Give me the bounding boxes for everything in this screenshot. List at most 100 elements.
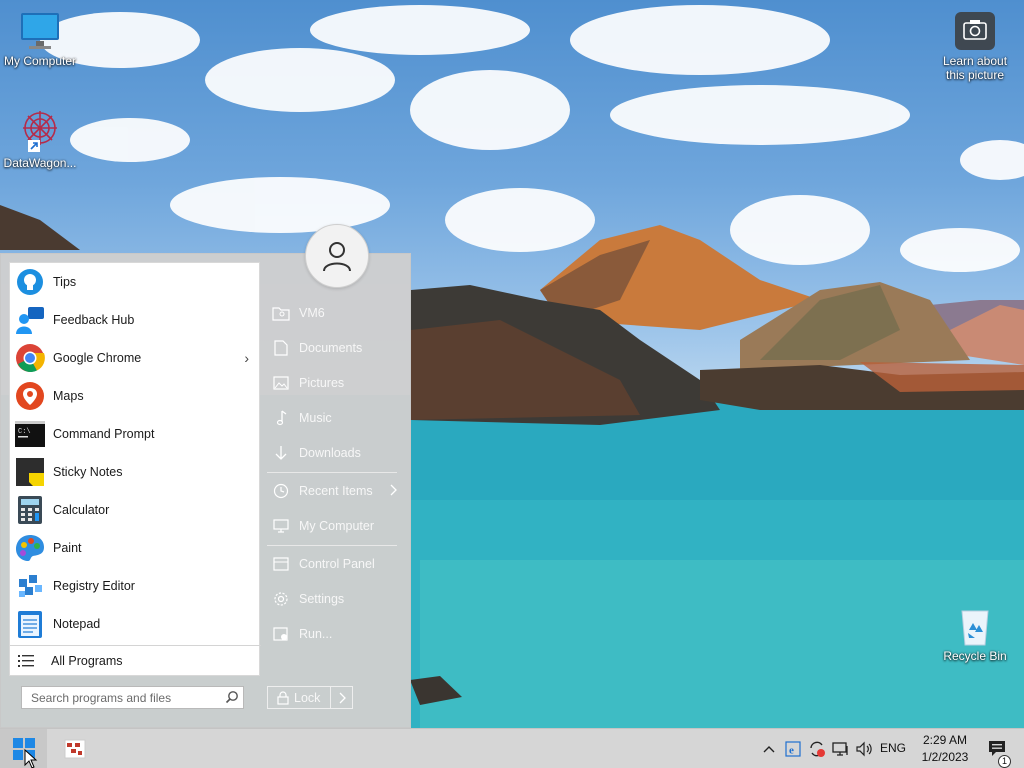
notification-count-badge: 1	[998, 755, 1011, 768]
chevron-right-icon: ›	[244, 350, 249, 366]
start-app-sticky-notes[interactable]: Sticky Notes	[10, 453, 261, 491]
search-icon	[225, 691, 238, 704]
datawagon-app-icon	[64, 739, 86, 759]
lock-options-arrow[interactable]	[330, 687, 352, 708]
start-app-feedback-hub[interactable]: Feedback Hub	[10, 301, 261, 339]
lock-label: Lock	[294, 690, 321, 705]
gear-icon	[274, 592, 288, 606]
camera-icon	[955, 12, 995, 50]
desktop-icon-my-computer[interactable]: My Computer	[0, 10, 80, 68]
app-label: Feedback Hub	[53, 313, 135, 327]
clock-icon	[273, 483, 289, 499]
start-app-registry-editor[interactable]: Registry Editor	[10, 567, 261, 605]
sync-icon	[810, 741, 825, 757]
right-item-label: Control Panel	[299, 557, 375, 571]
taskbar: e ENG 2:29 AM 1/2/2023 1	[0, 728, 1024, 768]
right-item-label: My Computer	[299, 519, 375, 533]
start-right-item-control-panel[interactable]: Control Panel	[267, 549, 397, 579]
app-label: Sticky Notes	[53, 465, 123, 479]
tray-volume-button[interactable]	[854, 729, 876, 768]
document-icon	[274, 340, 288, 356]
right-item-label: Documents	[299, 341, 363, 355]
start-right-item-pictures[interactable]: Pictures	[267, 368, 397, 398]
desktop-icon-datawagon[interactable]: DataWagon...	[0, 106, 80, 170]
taskbar-clock[interactable]: 2:29 AM 1/2/2023	[910, 732, 980, 766]
feedback-hub-icon	[16, 307, 44, 334]
desktop-icon-label: DataWagon...	[3, 156, 77, 170]
start-app-maps[interactable]: Maps	[10, 377, 261, 415]
start-right-item-settings[interactable]: Settings	[267, 584, 397, 614]
desktop-icon-recycle-bin[interactable]: Recycle Bin	[935, 605, 1015, 663]
start-app-google-chrome[interactable]: Google Chrome ›	[10, 339, 261, 377]
app-label: Command Prompt	[53, 427, 155, 441]
action-center-button[interactable]: 1	[984, 729, 1012, 768]
app-label: Tips	[53, 275, 77, 289]
right-item-label: Music	[299, 411, 332, 425]
right-item-label: Run...	[299, 627, 333, 641]
start-right-item-documents[interactable]: Documents	[267, 333, 397, 363]
desktop-icon-label: My Computer	[3, 54, 77, 68]
notepad-icon	[18, 611, 42, 638]
taskbar-app-datawagon[interactable]	[55, 733, 95, 765]
lock-button[interactable]: Lock	[267, 686, 353, 709]
start-app-notepad[interactable]: Notepad	[10, 605, 261, 643]
language-indicator[interactable]: ENG	[880, 741, 906, 755]
start-app-paint[interactable]: Paint	[10, 529, 261, 567]
right-item-label: Recent Items	[299, 484, 373, 498]
chevron-right-icon	[389, 484, 397, 499]
app-label: Notepad	[53, 617, 101, 631]
cmd-icon: C:\	[15, 421, 45, 447]
network-icon	[832, 742, 848, 756]
right-column-separator	[267, 472, 397, 473]
start-right-item-my-computer[interactable]: My Computer	[267, 511, 397, 541]
svg-text:e: e	[789, 745, 794, 757]
datawagon-shortcut-icon	[23, 111, 57, 152]
all-programs-button[interactable]: All Programs	[10, 645, 261, 675]
start-right-item-music[interactable]: Music	[267, 403, 397, 433]
right-item-label: Settings	[299, 592, 345, 606]
search-input[interactable]	[21, 686, 244, 709]
user-avatar[interactable]	[305, 224, 369, 288]
registry-icon	[19, 575, 42, 597]
computer-icon	[273, 519, 289, 533]
tray-expand-button[interactable]	[760, 729, 778, 768]
right-column-separator	[267, 545, 397, 546]
tray-ie-icon-button[interactable]: e	[783, 729, 803, 768]
lock-icon	[277, 690, 289, 705]
mouse-cursor-icon	[24, 749, 38, 768]
start-right-item-downloads[interactable]: Downloads	[267, 438, 397, 468]
app-label: Registry Editor	[53, 579, 135, 593]
paint-palette-icon	[16, 535, 44, 561]
start-right-item-run[interactable]: Run...	[267, 619, 397, 649]
start-right-item-user-folder[interactable]: VM6	[267, 298, 397, 328]
svg-text:C:\: C:\	[18, 428, 31, 436]
right-item-label: Downloads	[299, 446, 361, 460]
music-note-icon	[276, 410, 287, 426]
sticky-notes-icon	[16, 458, 44, 486]
all-programs-label: All Programs	[51, 653, 123, 668]
start-app-tips[interactable]: Tips	[10, 263, 261, 301]
calculator-icon	[18, 496, 42, 524]
internet-explorer-icon: e	[785, 741, 801, 757]
clock-time: 2:29 AM	[922, 733, 968, 747]
start-app-calculator[interactable]: Calculator	[10, 491, 261, 529]
tray-sync-button[interactable]	[806, 729, 828, 768]
list-icon	[18, 654, 34, 667]
monitor-icon	[21, 13, 59, 49]
start-right-item-recent-items[interactable]: Recent Items	[267, 476, 397, 506]
tray-network-button[interactable]	[830, 729, 852, 768]
app-label: Maps	[53, 389, 84, 403]
desktop-icon-label: Recycle Bin	[943, 649, 1007, 663]
clock-date: 1/2/2023	[921, 750, 969, 764]
lightbulb-icon	[17, 269, 43, 295]
download-arrow-icon	[275, 446, 287, 460]
app-label: Calculator	[53, 503, 110, 517]
desktop-icon-learn-about-picture[interactable]: Learn about this picture	[935, 10, 1015, 82]
right-item-label: VM6	[299, 306, 325, 320]
app-label: Paint	[53, 541, 82, 555]
start-app-command-prompt[interactable]: C:\ Command Prompt	[10, 415, 261, 453]
start-menu-program-list: Tips Feedback Hub Google Chrome › Maps C…	[9, 262, 261, 676]
chevron-right-icon	[339, 692, 346, 703]
picture-icon	[273, 376, 289, 390]
desktop-icon-label: Learn about this picture	[942, 54, 1008, 82]
